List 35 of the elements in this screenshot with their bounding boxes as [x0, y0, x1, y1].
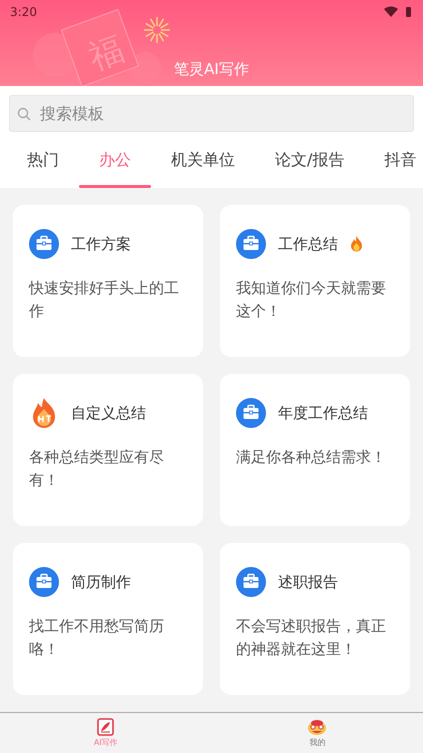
search-field[interactable]: 搜索模板	[9, 95, 414, 132]
card-title: 述职报告	[278, 572, 338, 592]
card-description: 满足你各种总结需求！	[236, 447, 387, 468]
card-title: 工作总结	[278, 234, 338, 254]
card-title: 工作方案	[71, 234, 131, 254]
template-card[interactable]: 述职报告 不会写述职报告，真正的神器就在这里！	[220, 543, 410, 695]
briefcase-icon	[236, 398, 266, 428]
briefcase-icon	[236, 229, 266, 259]
template-card[interactable]: 工作方案 快速安排好手头上的工作	[13, 205, 203, 357]
card-description: 各种总结类型应有尽有！	[29, 447, 165, 491]
status-icons	[383, 6, 413, 18]
app-title: 笔灵AI写作	[173, 60, 250, 79]
card-description: 我知道你们今天就需要这个！	[236, 278, 387, 322]
template-card[interactable]: 工作总结 我知道你们今天就需要这个！	[220, 205, 410, 357]
card-title: 年度工作总结	[278, 404, 368, 422]
card-description: 快速安排好手头上的工作	[29, 278, 180, 322]
category-tab[interactable]: 机关单位	[151, 132, 255, 188]
category-tab[interactable]: 论文/报告	[255, 132, 364, 188]
nav-tab[interactable]: 我的	[212, 713, 423, 753]
search-icon	[17, 107, 31, 121]
briefcase-icon	[29, 567, 59, 597]
template-card[interactable]: 简历制作 找工作不用愁写简历咯！	[13, 543, 203, 695]
briefcase-icon	[236, 567, 266, 597]
template-card[interactable]: 年度工作总结 满足你各种总结需求！	[220, 374, 410, 526]
lion-head-icon	[307, 718, 328, 736]
card-title: 简历制作	[71, 572, 131, 592]
template-card[interactable]: 自定义总结 各种总结类型应有尽有！	[13, 374, 203, 526]
card-title: 自定义总结	[71, 404, 146, 422]
feather-pen-icon	[97, 718, 114, 736]
category-tab[interactable]: 热门	[7, 132, 79, 188]
card-description: 不会写述职报告，真正的神器就在这里！	[236, 616, 387, 660]
fire-icon	[350, 236, 363, 252]
card-description: 找工作不用愁写简历咯！	[29, 616, 165, 660]
briefcase-icon	[29, 229, 59, 259]
status-time: 3:20	[10, 5, 37, 19]
